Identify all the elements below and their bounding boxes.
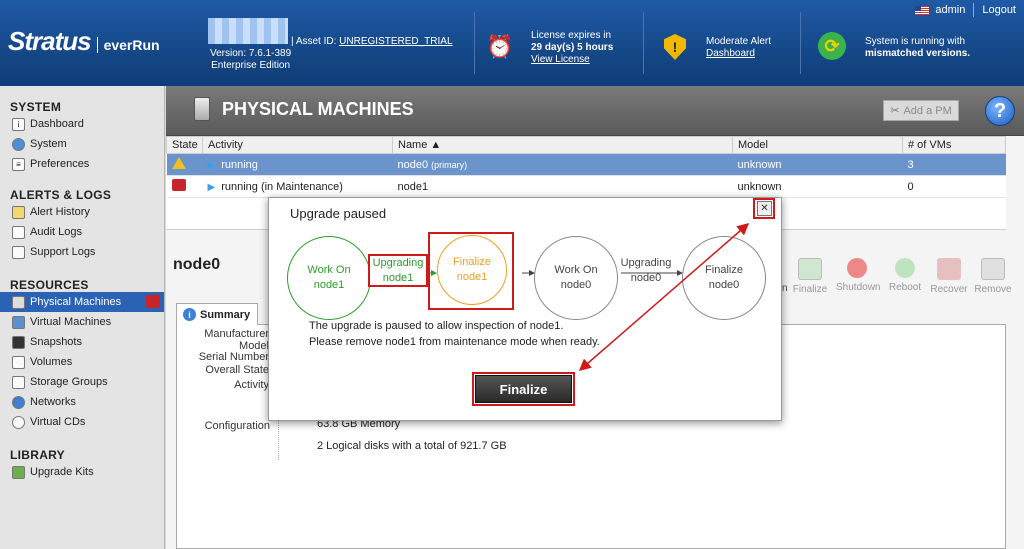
annotation-arrow bbox=[578, 223, 750, 371]
